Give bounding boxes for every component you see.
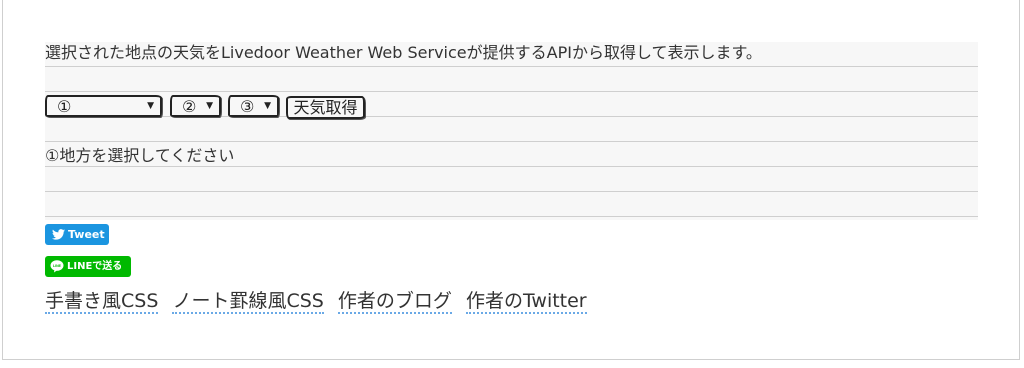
footer-links: 手書き風CSS ノート罫線風CSS 作者のブログ 作者のTwitter xyxy=(45,289,595,314)
prefecture-select-value: ② xyxy=(182,97,197,116)
city-select[interactable]: ③ ▼ xyxy=(228,95,279,117)
link-notebook-css[interactable]: ノート罫線風CSS xyxy=(172,290,324,314)
link-handwriting-css[interactable]: 手書き風CSS xyxy=(45,290,159,314)
link-author-twitter[interactable]: 作者のTwitter xyxy=(465,290,587,314)
link-author-blog[interactable]: 作者のブログ xyxy=(337,290,452,314)
region-select-value: ① xyxy=(57,97,72,116)
ruled-notebook-area: 選択された地点の天気をLivedoor Weather Web Serviceが… xyxy=(45,42,978,220)
tweet-button[interactable]: Tweet xyxy=(45,224,109,245)
twitter-bird-icon xyxy=(52,229,65,240)
chevron-down-icon: ▼ xyxy=(206,101,213,111)
description-text: 選択された地点の天気をLivedoor Weather Web Serviceが… xyxy=(45,43,762,62)
line-share-button[interactable]: LINE LINEで送る xyxy=(45,256,131,277)
chevron-down-icon: ▼ xyxy=(264,101,271,111)
chevron-down-icon: ▼ xyxy=(147,101,154,111)
region-select[interactable]: ① ▼ xyxy=(45,95,162,117)
tweet-label: Tweet xyxy=(68,228,105,241)
line-share-label: LINEで送る xyxy=(67,261,123,272)
status-message: ①地方を選択してください xyxy=(45,146,235,165)
get-weather-button[interactable]: 天気取得 xyxy=(286,96,365,119)
svg-text:LINE: LINE xyxy=(53,264,62,268)
prefecture-select[interactable]: ② ▼ xyxy=(170,95,221,117)
line-icon: LINE xyxy=(50,260,64,273)
city-select-value: ③ xyxy=(240,97,255,116)
